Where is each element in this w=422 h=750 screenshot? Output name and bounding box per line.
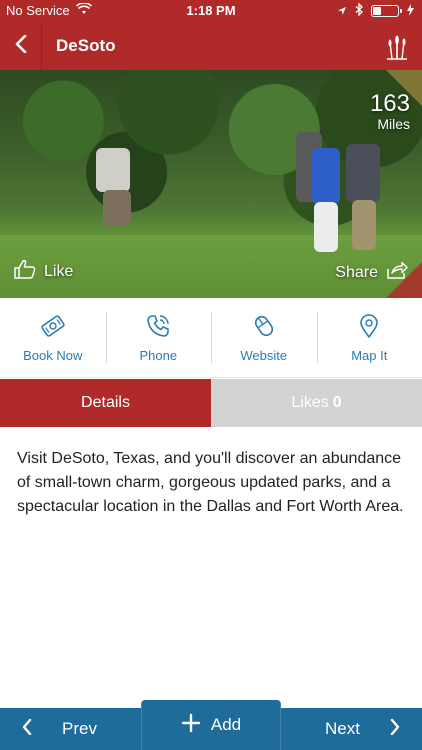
phone-button[interactable]: Phone	[105, 298, 212, 377]
golfer-figure	[312, 148, 340, 204]
map-it-label: Map It	[351, 347, 388, 363]
map-it-button[interactable]: Map It	[316, 298, 422, 377]
next-label: Next	[325, 719, 360, 738]
tab-likes[interactable]: Likes 0	[211, 379, 422, 427]
tab-details[interactable]: Details	[0, 379, 211, 427]
thumbs-up-icon	[14, 259, 36, 284]
golfer-figure	[346, 144, 380, 202]
book-now-button[interactable]: Book Now	[0, 298, 106, 377]
page-title: DeSoto	[56, 36, 116, 55]
share-button[interactable]: Share	[335, 261, 408, 284]
action-row: Book Now Phone Website Map It	[0, 298, 422, 378]
hero-photo: 163 Miles Like Share	[0, 70, 422, 298]
description-text: Visit DeSoto, Texas, and you'll discover…	[17, 450, 404, 515]
phone-label: Phone	[139, 347, 178, 363]
location-arrow-icon	[337, 4, 347, 19]
like-label: Like	[44, 262, 74, 280]
bottom-nav-bar: Prev Add Next	[0, 700, 422, 750]
add-button[interactable]: Add	[141, 700, 281, 750]
plus-icon	[181, 713, 201, 738]
detail-tabs: Details Likes 0	[0, 379, 422, 427]
share-label: Share	[335, 263, 378, 281]
book-now-label: Book Now	[23, 347, 83, 363]
prev-label: Prev	[62, 719, 97, 738]
chevron-right-icon	[390, 718, 400, 740]
add-label: Add	[210, 715, 242, 734]
ticket-icon	[40, 313, 66, 342]
website-button[interactable]: Website	[211, 298, 317, 377]
map-pin-icon	[356, 313, 382, 342]
charging-bolt-icon	[407, 3, 414, 19]
status-bar: No Service 1:18 PM	[0, 0, 422, 22]
tab-likes-label: Likes	[291, 394, 329, 411]
golfer-figure	[96, 148, 130, 192]
back-button[interactable]	[0, 22, 42, 70]
bluetooth-icon	[355, 2, 363, 19]
share-arrow-icon	[386, 261, 408, 284]
phone-icon	[145, 313, 171, 342]
cattail-logo-icon	[386, 32, 408, 65]
next-button[interactable]: Next	[282, 708, 422, 750]
website-label: Website	[240, 347, 288, 363]
like-button[interactable]: Like	[14, 259, 73, 284]
mouse-icon	[251, 313, 277, 342]
distance-readout: 163 Miles	[369, 90, 410, 133]
prev-button[interactable]: Prev	[0, 708, 140, 750]
tab-details-label: Details	[81, 394, 130, 411]
likes-count: 0	[332, 394, 342, 411]
chevron-left-icon	[15, 34, 27, 58]
nav-bar: DeSoto	[0, 22, 422, 70]
chevron-left-icon	[22, 718, 32, 740]
golfer-figure	[103, 190, 131, 226]
distance-unit: Miles	[377, 116, 410, 132]
golfer-figure	[352, 200, 376, 250]
battery-icon	[371, 5, 402, 17]
distance-value: 163	[369, 90, 410, 117]
golfer-figure	[314, 202, 338, 252]
